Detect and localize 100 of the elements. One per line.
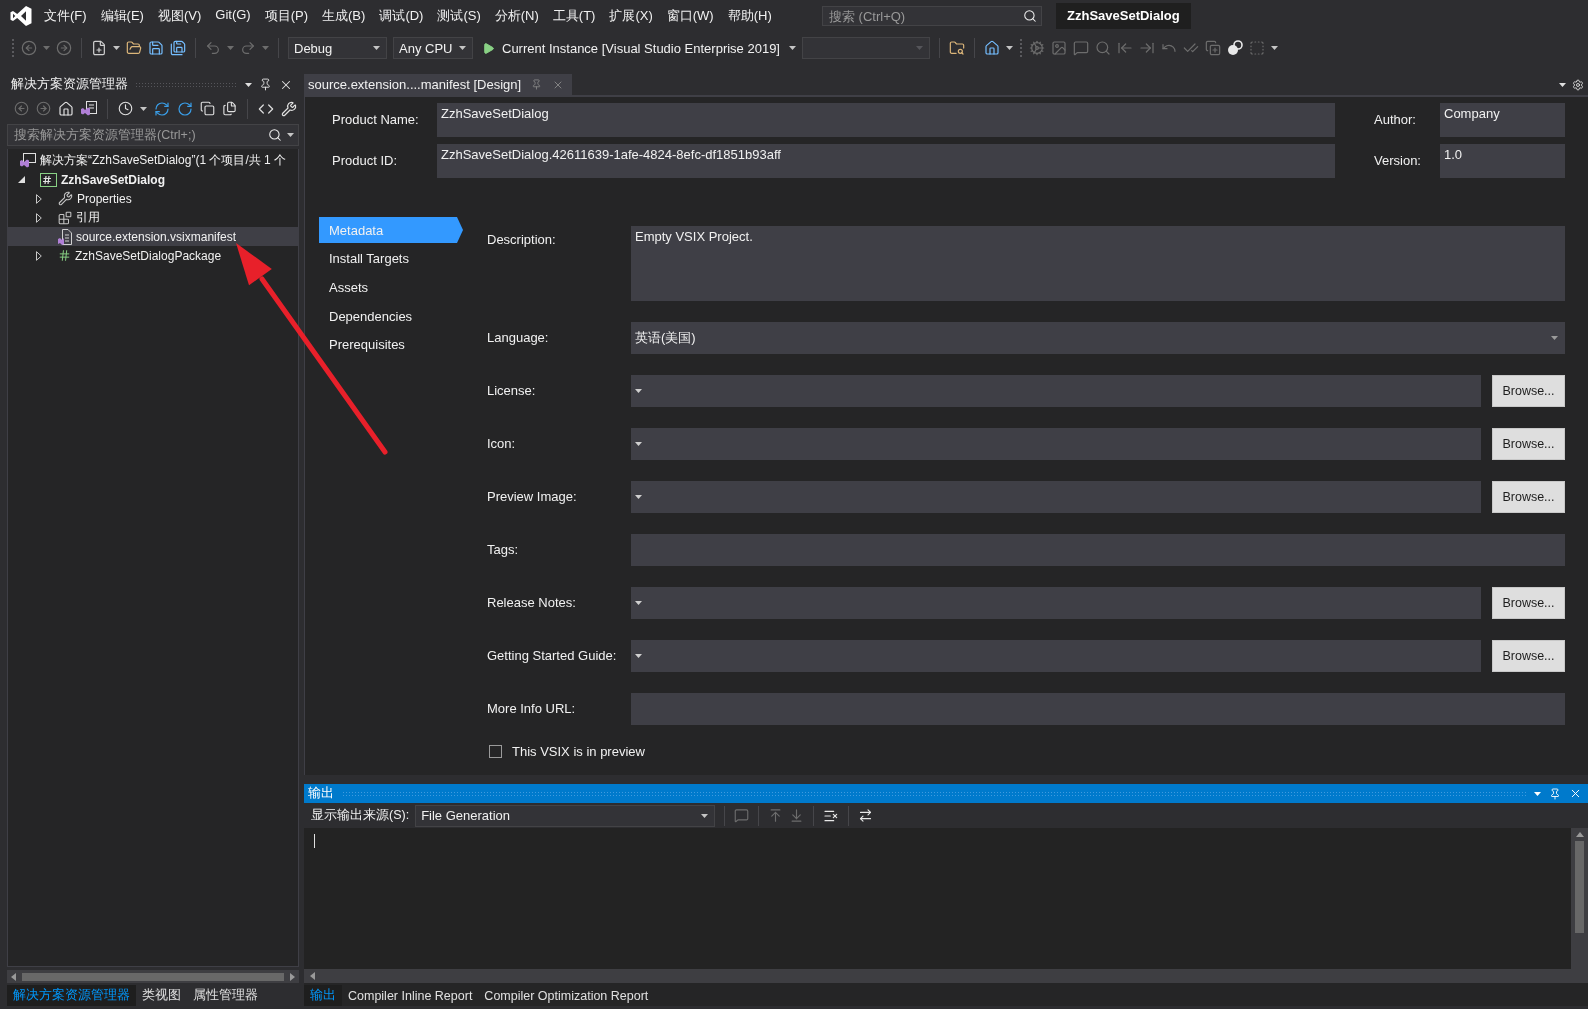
- play-icon[interactable]: [482, 41, 495, 55]
- caret-icon[interactable]: [1559, 82, 1566, 87]
- combo-field[interactable]: [631, 640, 1481, 672]
- browse-button[interactable]: Browse...: [1492, 375, 1565, 407]
- text-field[interactable]: ZzhSaveSetDialog.42611639-1afe-4824-8efc-df1851b93aff: [437, 144, 1335, 178]
- expander-icon[interactable]: [36, 250, 42, 261]
- vertical-scrollbar[interactable]: [1571, 828, 1588, 969]
- redo-icon[interactable]: [240, 40, 256, 56]
- circles-icon[interactable]: [1227, 40, 1243, 56]
- caret-icon[interactable]: [459, 46, 466, 50]
- horizontal-scrollbar[interactable]: [7, 970, 299, 983]
- folder-search-icon[interactable]: [949, 40, 965, 56]
- panel-tab[interactable]: 输出: [304, 985, 342, 1006]
- arrow-right-bar-icon[interactable]: [1139, 40, 1155, 56]
- search-icon[interactable]: [1023, 9, 1037, 23]
- combo-field[interactable]: [631, 481, 1481, 513]
- browse-button[interactable]: Browse...: [1492, 587, 1565, 619]
- scrollbar-thumb[interactable]: [1575, 841, 1584, 933]
- menu-item[interactable]: 编辑(E): [93, 7, 151, 25]
- clock-icon[interactable]: [118, 101, 133, 116]
- tree-item[interactable]: 引用: [8, 208, 298, 227]
- text-field[interactable]: 1.0: [1440, 144, 1565, 178]
- text-field[interactable]: [631, 693, 1565, 725]
- dropdown-field[interactable]: 英语(美国): [631, 322, 1565, 354]
- tree-item[interactable]: ZzhSaveSetDialogPackage: [8, 246, 298, 265]
- text-field[interactable]: ZzhSaveSetDialog: [437, 103, 1335, 137]
- panel-tab[interactable]: 属性管理器: [187, 985, 264, 1006]
- horizontal-scrollbar[interactable]: [304, 969, 1588, 983]
- folder-icon[interactable]: [126, 40, 142, 56]
- checkbox[interactable]: [489, 745, 502, 758]
- file-plus-icon[interactable]: [91, 40, 107, 56]
- caret-icon[interactable]: [635, 389, 642, 393]
- toolbar-grip[interactable]: [11, 38, 15, 58]
- forward-icon[interactable]: [56, 40, 72, 56]
- caret-icon[interactable]: [635, 442, 642, 446]
- wrench-icon[interactable]: [281, 100, 297, 117]
- caret-icon[interactable]: [1271, 46, 1278, 50]
- forward-icon[interactable]: [36, 101, 51, 116]
- caret-icon[interactable]: [635, 495, 642, 499]
- home-icon[interactable]: [984, 40, 1000, 56]
- menu-item[interactable]: 视图(V): [150, 7, 209, 25]
- caret-icon[interactable]: [113, 46, 120, 50]
- combo-field[interactable]: [631, 587, 1481, 619]
- home-icon[interactable]: [58, 100, 74, 117]
- expander-icon[interactable]: [18, 176, 25, 183]
- caret-icon[interactable]: [140, 106, 147, 111]
- menu-item[interactable]: 窗口(W): [659, 7, 721, 25]
- description-field[interactable]: Empty VSIX Project.: [631, 226, 1565, 301]
- source-dropdown[interactable]: File Generation: [415, 804, 716, 827]
- nav-item[interactable]: Assets: [319, 274, 463, 301]
- scroll-left-icon[interactable]: [11, 972, 16, 981]
- arrow-left-bar-icon[interactable]: [1117, 40, 1133, 56]
- configuration-dropdown[interactable]: Debug: [288, 37, 387, 59]
- undo-icon[interactable]: [205, 40, 221, 56]
- document-icon[interactable]: [81, 101, 97, 116]
- browse-button[interactable]: Browse...: [1492, 481, 1565, 513]
- save-icon[interactable]: [148, 40, 164, 56]
- back-icon[interactable]: [21, 40, 37, 56]
- caret-icon[interactable]: [287, 133, 294, 137]
- tree-item[interactable]: 解决方案“ZzhSaveSetDialog”(1 个项目/共 1 个: [8, 151, 298, 170]
- tree-item[interactable]: Properties: [8, 189, 298, 208]
- search-field[interactable]: 搜索 (Ctrl+Q): [822, 6, 1042, 26]
- pin-icon[interactable]: [259, 78, 272, 91]
- panel-tab[interactable]: Compiler Inline Report: [342, 985, 479, 1006]
- caret-icon[interactable]: [1534, 791, 1541, 796]
- caret-icon[interactable]: [635, 654, 642, 658]
- tree-item[interactable]: source.extension.vsixmanifest: [8, 227, 298, 246]
- panel-tab[interactable]: Compiler Optimization Report: [478, 985, 655, 1006]
- files-icon[interactable]: [222, 101, 237, 116]
- browse-button[interactable]: Browse...: [1492, 640, 1565, 672]
- caret-icon[interactable]: [245, 82, 252, 87]
- panel-tab[interactable]: 类视图: [136, 985, 187, 1006]
- text-field[interactable]: [631, 534, 1565, 566]
- copy-plus-icon[interactable]: [1205, 40, 1221, 56]
- scroll-up-icon[interactable]: [1575, 832, 1584, 837]
- combo-field[interactable]: [631, 428, 1481, 460]
- menu-item[interactable]: 项目(P): [257, 7, 316, 25]
- search-field[interactable]: 搜索解决方案资源管理器(Ctrl+;): [7, 124, 299, 146]
- menu-item[interactable]: Git(G): [208, 7, 258, 25]
- speech-bubble-icon[interactable]: [1073, 40, 1089, 56]
- nav-item[interactable]: Prerequisites: [319, 331, 463, 358]
- tree-item[interactable]: ZzhSaveSetDialog: [8, 170, 298, 189]
- close-icon[interactable]: [1569, 787, 1582, 800]
- menu-item[interactable]: 文件(F): [37, 7, 94, 25]
- expander-icon[interactable]: [36, 193, 42, 204]
- menu-item[interactable]: 工具(T): [545, 7, 603, 25]
- sync-icon[interactable]: [154, 100, 170, 117]
- menu-item[interactable]: 生成(B): [315, 7, 373, 25]
- nav-item[interactable]: Install Targets: [319, 245, 463, 272]
- caret-icon[interactable]: [701, 813, 709, 818]
- scrollbar-thumb[interactable]: [22, 972, 284, 981]
- toolbar-grip[interactable]: [1019, 38, 1023, 58]
- scroll-left-icon[interactable]: [310, 972, 315, 980]
- swap-arrows-icon[interactable]: [858, 808, 874, 823]
- menu-item[interactable]: 测试(S): [430, 7, 488, 25]
- expander-icon[interactable]: [36, 212, 42, 223]
- search-icon[interactable]: [268, 128, 282, 142]
- platform-dropdown[interactable]: Any CPU: [393, 37, 473, 59]
- image-icon[interactable]: [1051, 40, 1067, 56]
- menu-item[interactable]: 调试(D): [372, 7, 431, 25]
